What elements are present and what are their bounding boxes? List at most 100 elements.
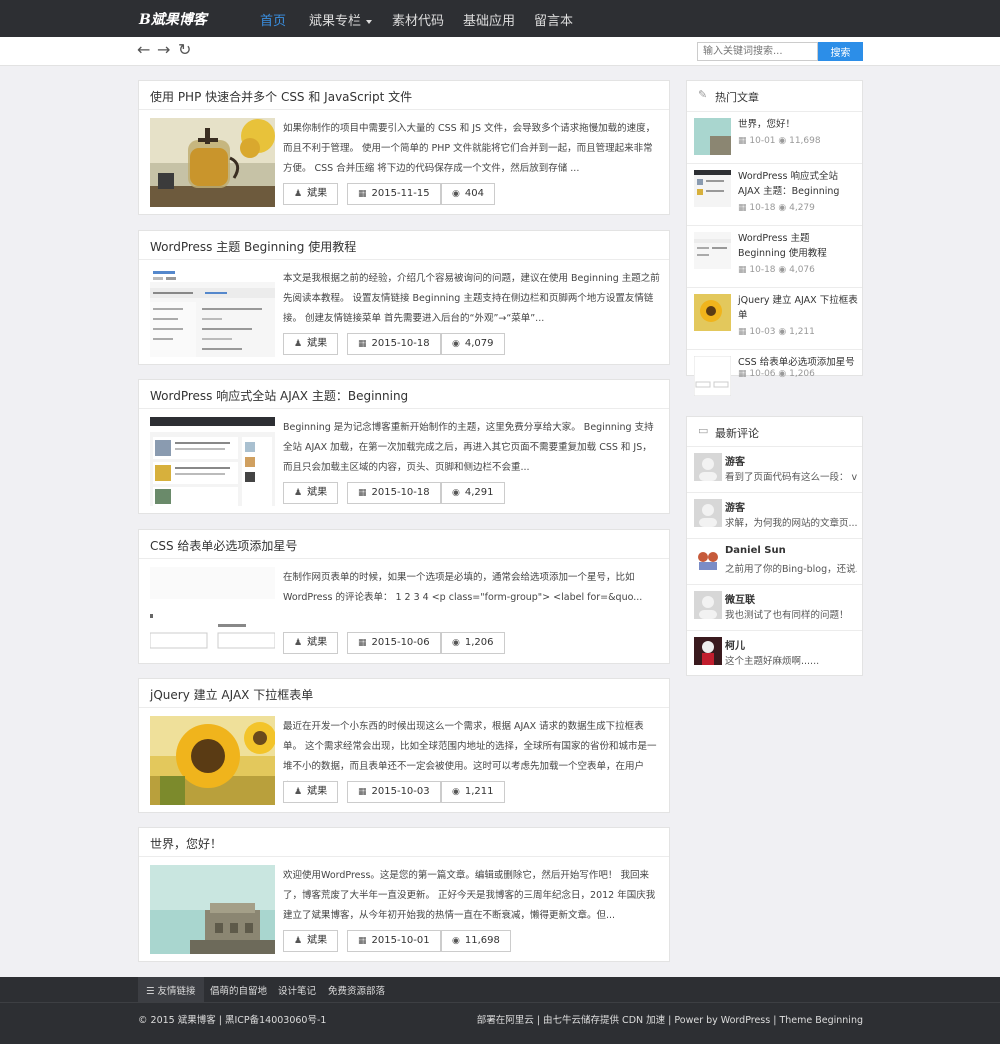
nav-item-home[interactable]: 首页 bbox=[260, 10, 286, 29]
post-title[interactable]: 世界，您好！ bbox=[150, 835, 222, 852]
comment-text[interactable]: 之前用了你的Bing-blog，还说... bbox=[725, 561, 857, 575]
hot-post-views: 11,698 bbox=[789, 136, 821, 146]
hot-post-item[interactable]: WordPress 响应式全站 AJAX 主题：Beginning ▦ 10-1… bbox=[687, 163, 862, 225]
site-logo[interactable]: B斌果博客 bbox=[139, 9, 207, 29]
post-author: 斌果 bbox=[307, 786, 328, 797]
comment-text[interactable]: 求解，为何我的网站的文章页... bbox=[725, 515, 857, 529]
post-date: 2015-10-03 bbox=[371, 786, 430, 797]
post-excerpt: 本文是我根据之前的经验，介绍几个容易被询问的问题，建议在使用 Beginning… bbox=[283, 273, 660, 324]
post-thumbnail-teapot[interactable] bbox=[150, 118, 275, 207]
post-date: 2015-11-15 bbox=[371, 188, 430, 199]
eye-icon: ◉ bbox=[452, 936, 460, 946]
search-input[interactable] bbox=[697, 42, 818, 61]
nav-item-guestbook[interactable]: 留言本 bbox=[534, 10, 573, 29]
post-author: 斌果 bbox=[307, 637, 328, 648]
post-views-badge: ◉ 4,291 bbox=[441, 482, 505, 504]
post-title[interactable]: CSS 给表单必选项添加星号 bbox=[150, 537, 297, 554]
hot-post-meta: ▦ 10-18 ◉ 4,279 bbox=[738, 203, 815, 213]
post-date-badge: ▦ 2015-10-18 bbox=[347, 482, 441, 504]
post-title[interactable]: jQuery 建立 AJAX 下拉框表单 bbox=[150, 686, 313, 703]
hot-post-item[interactable]: WordPress 主题 Beginning 使用教程 ▦ 10-18 ◉ 4,… bbox=[687, 225, 862, 287]
hot-post-views: 1,211 bbox=[789, 327, 815, 337]
post-title[interactable]: WordPress 响应式全站 AJAX 主题：Beginning bbox=[150, 387, 408, 404]
hot-post-item[interactable]: CSS 给表单必选项添加星号 ▦ 10-06 ◉ 1,206 bbox=[687, 349, 862, 396]
post-author: 斌果 bbox=[307, 935, 328, 946]
calendar-icon: ▦ bbox=[738, 136, 750, 146]
hot-post-item[interactable]: jQuery 建立 AJAX 下拉框表单 ▦ 10-03 ◉ 1,211 bbox=[687, 287, 862, 349]
user-icon: ♟ bbox=[294, 339, 303, 349]
hot-post-views: 4,279 bbox=[789, 203, 815, 213]
post-thumbnail-sunflower[interactable] bbox=[150, 716, 275, 805]
post-date: 2015-10-18 bbox=[371, 338, 430, 349]
post-author-badge[interactable]: ♟ 斌果 bbox=[283, 482, 339, 504]
hot-post-thumbnail[interactable] bbox=[694, 294, 731, 331]
post-author: 斌果 bbox=[307, 338, 328, 349]
hot-post-thumbnail[interactable] bbox=[694, 356, 731, 396]
post-author-badge[interactable]: ♟ 斌果 bbox=[283, 930, 339, 952]
comment-item[interactable]: 柯儿 这个主题好麻烦啊...... bbox=[687, 630, 862, 676]
hot-post-title[interactable]: jQuery 建立 AJAX 下拉框表单 bbox=[738, 293, 858, 323]
hot-post-title[interactable]: CSS 给表单必选项添加星号 bbox=[738, 355, 858, 370]
nav-item-materials[interactable]: 素材代码 bbox=[392, 10, 444, 29]
hot-post-views: 4,076 bbox=[789, 265, 815, 275]
post-excerpt: 如果你制作的项目中需要引入大量的 CSS 和 JS 文件，会导致多个请求拖慢加载… bbox=[283, 123, 656, 174]
latest-comments-widget: ▭ 最新评论 游客 看到了页面代码有这么一段： v... 游客 求解，为何我的网… bbox=[686, 416, 863, 676]
comment-author: 游客 bbox=[725, 457, 745, 468]
hot-post-thumbnail[interactable] bbox=[694, 170, 731, 207]
post-author-badge[interactable]: ♟ 斌果 bbox=[283, 632, 339, 654]
footer-link[interactable]: 设计笔记 bbox=[278, 983, 316, 997]
forward-arrow-icon[interactable]: → bbox=[157, 41, 170, 59]
post-title[interactable]: WordPress 主题 Beginning 使用教程 bbox=[150, 238, 356, 255]
search-button[interactable]: 搜索 bbox=[818, 42, 863, 61]
post-date: 2015-10-01 bbox=[371, 935, 430, 946]
hot-post-title[interactable]: WordPress 主题 Beginning 使用教程 bbox=[738, 231, 858, 261]
post-card: CSS 给表单必选项添加星号 在制作网页表单的时候，如果一个选项是必填的，通常会… bbox=[138, 529, 670, 664]
post-date-badge: ▦ 2015-10-01 bbox=[347, 930, 441, 952]
divider bbox=[139, 259, 669, 260]
comment-icon: ▭ bbox=[698, 424, 709, 437]
calendar-icon: ▦ bbox=[358, 787, 367, 797]
calendar-icon: ▦ bbox=[738, 203, 750, 213]
hot-post-thumbnail[interactable] bbox=[694, 232, 731, 269]
friend-links-label: ☰ 友情链接 bbox=[146, 983, 196, 997]
user-icon: ♟ bbox=[294, 936, 303, 946]
comment-item[interactable]: 游客 求解，为何我的网站的文章页... bbox=[687, 492, 862, 538]
post-card: WordPress 主题 Beginning 使用教程 本文是我根据之前的经验，… bbox=[138, 230, 670, 365]
avatar bbox=[694, 453, 722, 481]
post-date: 2015-10-18 bbox=[371, 487, 430, 498]
comment-text[interactable]: 我也测试了也有同样的问题！ bbox=[725, 607, 857, 621]
post-views-badge: ◉ 1,206 bbox=[441, 632, 505, 654]
post-thumbnail-form[interactable] bbox=[150, 567, 275, 656]
nav-item-column[interactable]: 斌果专栏 bbox=[309, 10, 373, 29]
user-icon: ♟ bbox=[294, 488, 303, 498]
back-arrow-icon[interactable]: ← bbox=[137, 41, 150, 59]
refresh-icon[interactable]: ↻ bbox=[178, 41, 191, 59]
comment-author: 微互联 bbox=[725, 595, 755, 606]
post-date-badge: ▦ 2015-11-15 bbox=[347, 183, 441, 205]
calendar-icon: ▦ bbox=[358, 339, 367, 349]
hot-post-thumbnail[interactable] bbox=[694, 118, 731, 155]
post-title[interactable]: 使用 PHP 快速合并多个 CSS 和 JavaScript 文件 bbox=[150, 88, 412, 105]
footer-link[interactable]: 倡萌的自留地 bbox=[210, 983, 267, 997]
post-author-badge[interactable]: ♟ 斌果 bbox=[283, 781, 339, 803]
eye-icon: ◉ bbox=[452, 339, 460, 349]
user-icon: ♟ bbox=[294, 787, 303, 797]
post-thumbnail-building[interactable] bbox=[150, 865, 275, 954]
comment-text[interactable]: 看到了页面代码有这么一段： v... bbox=[725, 469, 857, 483]
nav-item-basics[interactable]: 基础应用 bbox=[463, 10, 515, 29]
post-thumbnail-theme[interactable] bbox=[150, 417, 275, 506]
post-excerpt: 欢迎使用WordPress。这是您的第一篇文章。编辑或删除它，然后开始写作吧！ … bbox=[283, 870, 656, 921]
hot-post-title[interactable]: WordPress 响应式全站 AJAX 主题：Beginning bbox=[738, 169, 858, 199]
post-author-badge[interactable]: ♟ 斌果 bbox=[283, 183, 339, 205]
comment-item[interactable]: Daniel Sun 之前用了你的Bing-blog，还说... bbox=[687, 538, 862, 584]
calendar-icon: ▦ bbox=[358, 189, 367, 199]
comment-item[interactable]: 游客 看到了页面代码有这么一段： v... bbox=[687, 446, 862, 492]
comment-item[interactable]: 微互联 我也测试了也有同样的问题！ bbox=[687, 584, 862, 630]
footer-link[interactable]: 免费资源部落 bbox=[328, 983, 385, 997]
hot-post-meta: ▦ 10-18 ◉ 4,076 bbox=[738, 265, 815, 275]
calendar-icon: ▦ bbox=[358, 638, 367, 648]
post-author-badge[interactable]: ♟ 斌果 bbox=[283, 333, 339, 355]
hot-post-title[interactable]: 世界，您好！ bbox=[738, 117, 858, 132]
comment-text[interactable]: 这个主题好麻烦啊...... bbox=[725, 653, 857, 667]
post-thumbnail-screenshot[interactable] bbox=[150, 268, 275, 357]
